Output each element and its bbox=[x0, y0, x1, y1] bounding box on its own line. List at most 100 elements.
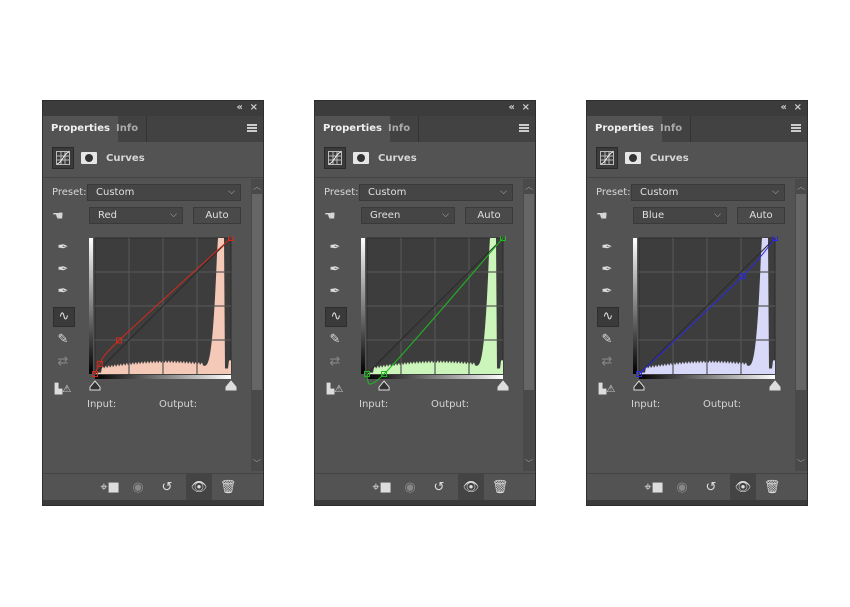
channel-dropdown[interactable]: Green ⌵ bbox=[361, 207, 455, 224]
view-previous-state-icon[interactable]: ◉ bbox=[127, 478, 149, 498]
layer-mask-icon[interactable] bbox=[625, 152, 641, 164]
preset-dropdown[interactable]: Custom ⌵ bbox=[359, 184, 513, 201]
channel-dropdown[interactable]: Blue ⌵ bbox=[633, 207, 727, 224]
close-icon[interactable]: × bbox=[794, 102, 802, 113]
black-point-slider[interactable] bbox=[89, 380, 101, 391]
reset-icon[interactable]: ↺ bbox=[428, 478, 450, 498]
white-point-slider[interactable] bbox=[769, 380, 781, 391]
view-previous-state-icon[interactable]: ◉ bbox=[671, 478, 693, 498]
clip-to-layer-icon[interactable]: ⌖■ bbox=[371, 478, 393, 498]
tab-properties[interactable]: Properties bbox=[43, 116, 118, 142]
white-point-eyedropper-icon[interactable]: ✒ bbox=[325, 283, 345, 301]
resize-grip[interactable] bbox=[43, 500, 263, 505]
target-adjust-hand-icon[interactable]: ☚ bbox=[596, 209, 608, 224]
smooth-curve-icon[interactable]: ⇄ bbox=[597, 353, 617, 371]
channel-dropdown[interactable]: Red ⌵ bbox=[89, 207, 183, 224]
curves-graph[interactable] bbox=[361, 236, 509, 391]
resize-grip[interactable] bbox=[587, 500, 807, 505]
gray-point-eyedropper-icon[interactable]: ✒ bbox=[597, 261, 617, 279]
clip-to-layer-icon[interactable]: ⌖■ bbox=[99, 478, 121, 498]
scrollbar-thumb[interactable] bbox=[252, 194, 262, 390]
scroll-down-icon[interactable]: ﹀ bbox=[795, 458, 807, 469]
visibility-eye-icon[interactable]: 👁 bbox=[730, 474, 756, 501]
auto-button[interactable]: Auto bbox=[465, 207, 513, 224]
preset-dropdown[interactable]: Custom ⌵ bbox=[631, 184, 785, 201]
target-adjust-hand-icon[interactable]: ☚ bbox=[324, 209, 336, 224]
collapse-icon[interactable]: « bbox=[237, 102, 243, 113]
target-adjust-hand-icon[interactable]: ☚ bbox=[52, 209, 64, 224]
scrollbar[interactable]: ︿ ﹀ bbox=[523, 179, 535, 471]
preset-label: Preset: bbox=[324, 187, 359, 198]
clip-to-layer-icon[interactable]: ⌖■ bbox=[643, 478, 665, 498]
clipping-warning-icon[interactable]: ▙⚠ bbox=[325, 381, 345, 399]
white-point-slider[interactable] bbox=[225, 380, 237, 391]
smooth-curve-icon[interactable]: ⇄ bbox=[325, 353, 345, 371]
black-point-slider[interactable] bbox=[633, 380, 645, 391]
close-icon[interactable]: × bbox=[250, 102, 258, 113]
panel-menu-icon[interactable] bbox=[791, 124, 801, 132]
clipping-warning-icon[interactable]: ▙⚠ bbox=[597, 381, 617, 399]
reset-icon[interactable]: ↺ bbox=[156, 478, 178, 498]
gray-point-eyedropper-icon[interactable]: ✒ bbox=[53, 261, 73, 279]
panel-titlebar[interactable]: « × bbox=[587, 101, 807, 116]
scroll-up-icon[interactable]: ︿ bbox=[795, 181, 807, 192]
collapse-icon[interactable]: « bbox=[781, 102, 787, 113]
delete-trash-icon[interactable]: 🗑 bbox=[761, 478, 783, 498]
black-point-eyedropper-icon[interactable]: ✒ bbox=[325, 239, 345, 257]
curves-adjustment-icon[interactable] bbox=[596, 147, 618, 169]
gray-point-eyedropper-icon[interactable]: ✒ bbox=[325, 261, 345, 279]
black-point-eyedropper-icon[interactable]: ✒ bbox=[597, 239, 617, 257]
curves-adjustment-icon[interactable] bbox=[324, 147, 346, 169]
pencil-icon[interactable]: ✎ bbox=[597, 331, 617, 349]
scroll-up-icon[interactable]: ︿ bbox=[251, 181, 263, 192]
panel-titlebar[interactable]: « × bbox=[43, 101, 263, 116]
pencil-icon[interactable]: ✎ bbox=[325, 331, 345, 349]
black-point-eyedropper-icon[interactable]: ✒ bbox=[53, 239, 73, 257]
view-previous-state-icon[interactable]: ◉ bbox=[399, 478, 421, 498]
delete-trash-icon[interactable]: 🗑 bbox=[489, 478, 511, 498]
scrollbar[interactable]: ︿ ﹀ bbox=[251, 179, 263, 471]
reset-icon[interactable]: ↺ bbox=[700, 478, 722, 498]
scrollbar-thumb[interactable] bbox=[796, 194, 806, 390]
scrollbar[interactable]: ︿ ﹀ bbox=[795, 179, 807, 471]
tab-properties[interactable]: Properties bbox=[315, 116, 390, 142]
white-point-slider[interactable] bbox=[497, 380, 509, 391]
curves-adjustment-icon[interactable] bbox=[52, 147, 74, 169]
resize-grip[interactable] bbox=[315, 500, 535, 505]
black-point-slider[interactable] bbox=[378, 380, 390, 391]
delete-trash-icon[interactable]: 🗑 bbox=[217, 478, 239, 498]
curves-graph[interactable] bbox=[89, 236, 237, 391]
white-point-eyedropper-icon[interactable]: ✒ bbox=[53, 283, 73, 301]
panel-menu-icon[interactable] bbox=[519, 124, 529, 132]
collapse-icon[interactable]: « bbox=[509, 102, 515, 113]
layer-mask-icon[interactable] bbox=[81, 152, 97, 164]
auto-button[interactable]: Auto bbox=[737, 207, 785, 224]
white-point-eyedropper-icon[interactable]: ✒ bbox=[597, 283, 617, 301]
layer-mask-icon[interactable] bbox=[353, 152, 369, 164]
scroll-up-icon[interactable]: ︿ bbox=[523, 181, 535, 192]
curve-point-tool-icon[interactable]: ∿ bbox=[325, 307, 347, 327]
input-label: Input: bbox=[87, 399, 117, 410]
tab-info[interactable]: Info bbox=[108, 116, 148, 142]
visibility-eye-icon[interactable]: 👁 bbox=[186, 474, 212, 501]
smooth-curve-icon[interactable]: ⇄ bbox=[53, 353, 73, 371]
auto-button[interactable]: Auto bbox=[193, 207, 241, 224]
panel-titlebar[interactable]: « × bbox=[315, 101, 535, 116]
scroll-down-icon[interactable]: ﹀ bbox=[523, 458, 535, 469]
curves-graph[interactable] bbox=[633, 236, 781, 391]
tab-properties[interactable]: Properties bbox=[587, 116, 662, 142]
scrollbar-thumb[interactable] bbox=[524, 194, 534, 390]
close-icon[interactable]: × bbox=[522, 102, 530, 113]
panel-menu-icon[interactable] bbox=[247, 124, 257, 132]
curve-point-tool-icon[interactable]: ∿ bbox=[597, 307, 619, 327]
scroll-down-icon[interactable]: ﹀ bbox=[251, 458, 263, 469]
visibility-eye-icon[interactable]: 👁 bbox=[458, 474, 484, 501]
preset-dropdown[interactable]: Custom ⌵ bbox=[87, 184, 241, 201]
curve-point-tool-icon[interactable]: ∿ bbox=[53, 307, 75, 327]
preset-label: Preset: bbox=[596, 187, 631, 198]
tab-info[interactable]: Info bbox=[652, 116, 692, 142]
tab-info[interactable]: Info bbox=[380, 116, 420, 142]
pencil-icon[interactable]: ✎ bbox=[53, 331, 73, 349]
clipping-warning-icon[interactable]: ▙⚠ bbox=[53, 381, 73, 399]
channel-value: Blue bbox=[642, 210, 665, 221]
